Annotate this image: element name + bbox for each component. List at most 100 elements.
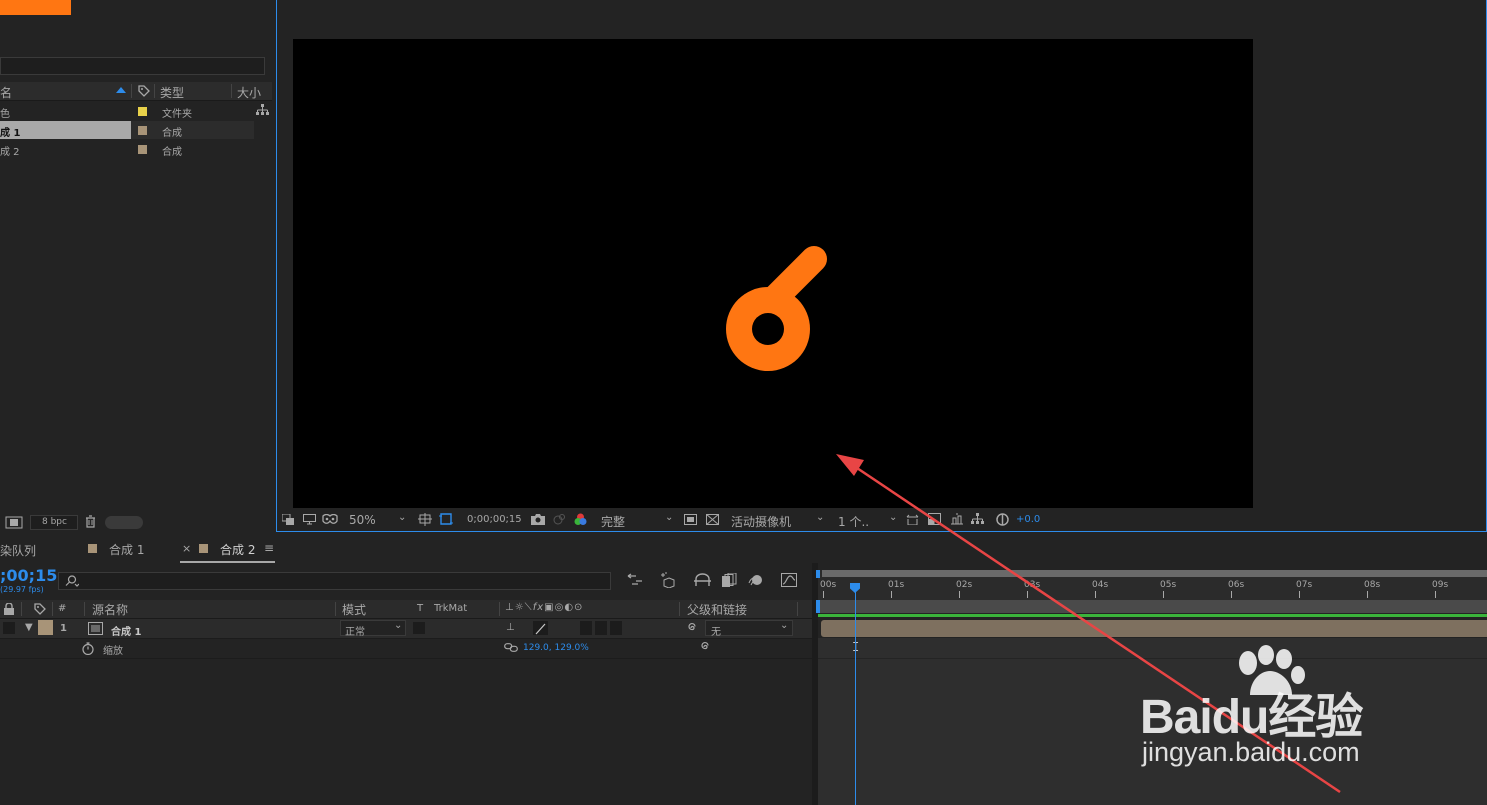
zoom-value: 50%: [349, 513, 376, 527]
flowchart-icon[interactable]: [256, 104, 269, 116]
layer-row[interactable]: ▼ 1 合成 1 正常 ⌄ ⊥ 无 ⌄: [0, 619, 812, 639]
column-type[interactable]: 类型: [160, 84, 184, 101]
draft-3d-icon[interactable]: [660, 572, 678, 588]
tab-render-queue[interactable]: 染队列: [0, 542, 36, 559]
property-row-scale[interactable]: 缩放 129.0, 129.0%: [0, 639, 812, 659]
project-thumbnail: [0, 0, 71, 15]
camera-value: 活动摄像机: [731, 515, 792, 529]
ruler-tick: [1367, 591, 1368, 598]
tab-comp-1[interactable]: 合成 1: [109, 541, 144, 558]
project-settings-icon[interactable]: [5, 516, 23, 529]
switch-slot[interactable]: [580, 621, 592, 635]
shy-switch-icon[interactable]: ⊥: [506, 622, 515, 633]
trash-icon[interactable]: [85, 515, 96, 528]
project-item-folder[interactable]: 色 文件夹: [0, 102, 254, 120]
always-preview-icon[interactable]: [282, 514, 294, 525]
viewer-timecode[interactable]: 0;00;00;15: [467, 514, 522, 525]
project-item-comp-1[interactable]: 成 1 合成: [0, 121, 254, 139]
frame-blending-icon[interactable]: [722, 573, 737, 587]
composition-icon: [88, 622, 103, 635]
fps-label: (29.97 fps): [0, 585, 44, 594]
project-search-input[interactable]: [0, 57, 265, 75]
column-source-name[interactable]: 源名称: [92, 601, 128, 618]
item-type: 合成: [162, 147, 182, 158]
column-layer-number[interactable]: #: [58, 603, 66, 614]
visibility-toggle[interactable]: [3, 622, 15, 634]
preserve-transparency-toggle[interactable]: [413, 622, 425, 634]
stopwatch-icon[interactable]: [82, 642, 94, 655]
switches-icons[interactable]: ⊥☼⟍fx▣◎◐⊙: [505, 602, 583, 613]
ruler-tick: [1435, 591, 1436, 598]
column-size[interactable]: 大小: [237, 84, 261, 101]
label-tag-icon[interactable]: [138, 85, 150, 97]
expression-pick-whip-icon[interactable]: [698, 641, 710, 653]
tab-comp-2-label: 合成 2: [220, 543, 256, 557]
switch-slot[interactable]: [595, 621, 607, 635]
item-type: 合成: [162, 128, 182, 139]
show-snapshot-icon[interactable]: [553, 514, 565, 525]
project-panel: 名 类型 大小 色 文件夹 成 1 合成 成 2 合成 8 bpc: [0, 0, 274, 532]
layer-name[interactable]: 合成 1: [111, 623, 141, 638]
checkerboard-icon[interactable]: [706, 514, 719, 525]
item-name: 色: [0, 109, 10, 120]
column-name[interactable]: 名: [0, 84, 12, 101]
label-swatch[interactable]: [138, 126, 147, 135]
quality-switch[interactable]: [533, 621, 548, 635]
layer-column-header: # 源名称 模式 T TrkMat ⊥☼⟍fx▣◎◐⊙ 父级和链接: [0, 600, 812, 619]
transparency-grid-icon[interactable]: [439, 513, 453, 526]
current-time-display[interactable]: ;00;15: [0, 566, 57, 585]
shy-layers-icon[interactable]: [694, 573, 711, 587]
zoom-dropdown[interactable]: 50% ⌄: [344, 512, 410, 528]
watermark: Baidu经验 jingyan.baidu.com: [1140, 645, 1440, 775]
comp-swatch: [88, 544, 97, 553]
layer-index: 1: [60, 623, 67, 634]
graph-editor-icon[interactable]: [781, 573, 797, 587]
label-swatch[interactable]: [138, 107, 147, 116]
chevron-down-icon: ⌄: [665, 512, 674, 523]
ruler-label: 09s: [1432, 580, 1449, 590]
blend-mode-value: 正常: [345, 627, 365, 638]
layer-label-swatch[interactable]: [38, 620, 53, 635]
lock-icon[interactable]: [4, 603, 14, 615]
camera-snapshot-icon[interactable]: [531, 514, 545, 525]
panel-menu-icon[interactable]: ≡: [264, 541, 274, 555]
resolution-value: 完整: [601, 515, 626, 529]
search-icon: [65, 575, 79, 587]
switch-slot[interactable]: [610, 621, 622, 635]
composition-flowchart-icon[interactable]: [627, 573, 643, 587]
resolution-dropdown[interactable]: 完整 ⌄: [595, 512, 677, 529]
project-item-comp-2[interactable]: 成 2 合成: [0, 140, 254, 158]
composition-canvas[interactable]: [293, 39, 1253, 508]
camera-dropdown[interactable]: 活动摄像机 ⌄: [728, 512, 828, 529]
motion-blur-icon[interactable]: [748, 573, 764, 587]
thumbnail-slider[interactable]: [105, 516, 143, 529]
property-value[interactable]: 129.0, 129.0%: [523, 643, 589, 653]
sort-ascending-icon[interactable]: [116, 87, 126, 93]
pick-whip-icon[interactable]: [685, 622, 697, 634]
column-trkmat[interactable]: TrkMat: [434, 603, 467, 614]
column-parent-link[interactable]: 父级和链接: [687, 601, 747, 618]
monitor-icon[interactable]: [303, 514, 316, 525]
orange-six-shape: [726, 246, 827, 371]
timeline-search-input[interactable]: [58, 572, 611, 590]
blend-mode-dropdown[interactable]: 正常 ⌄: [340, 620, 406, 638]
parent-value: 无: [711, 627, 721, 638]
watermark-url: jingyan.baidu.com: [1142, 737, 1360, 767]
fit-frame-icon[interactable]: [418, 513, 432, 526]
item-name: 成 1: [0, 128, 21, 139]
parent-dropdown[interactable]: 无 ⌄: [705, 620, 793, 638]
column-mode[interactable]: 模式: [342, 601, 366, 618]
label-tag-icon[interactable]: [34, 603, 46, 615]
column-t[interactable]: T: [417, 603, 423, 614]
constrain-proportions-icon[interactable]: [504, 643, 518, 652]
chevron-down-icon: ⌄: [394, 620, 403, 631]
close-tab-icon[interactable]: ×: [182, 542, 191, 555]
region-of-interest-icon[interactable]: [684, 514, 697, 525]
bpc-button[interactable]: 8 bpc: [30, 515, 78, 530]
twirl-down-icon[interactable]: ▼: [25, 622, 33, 633]
mask-visibility-icon[interactable]: [322, 514, 338, 525]
ruler-label: 08s: [1364, 580, 1381, 590]
label-swatch[interactable]: [138, 145, 147, 154]
bpc-label: 8 bpc: [42, 517, 67, 527]
color-channels-icon[interactable]: [574, 513, 587, 526]
